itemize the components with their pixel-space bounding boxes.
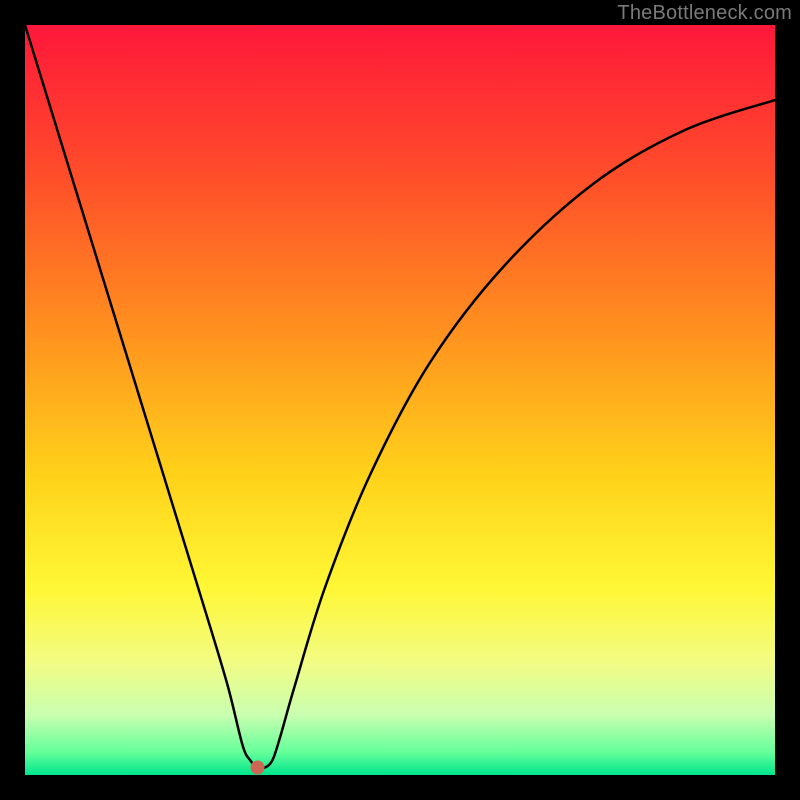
chart-background xyxy=(25,25,775,775)
chart-plot-area xyxy=(25,25,775,775)
watermark-label: TheBottleneck.com xyxy=(617,2,792,25)
optimal-point-marker xyxy=(251,761,265,775)
chart-svg xyxy=(25,25,775,775)
